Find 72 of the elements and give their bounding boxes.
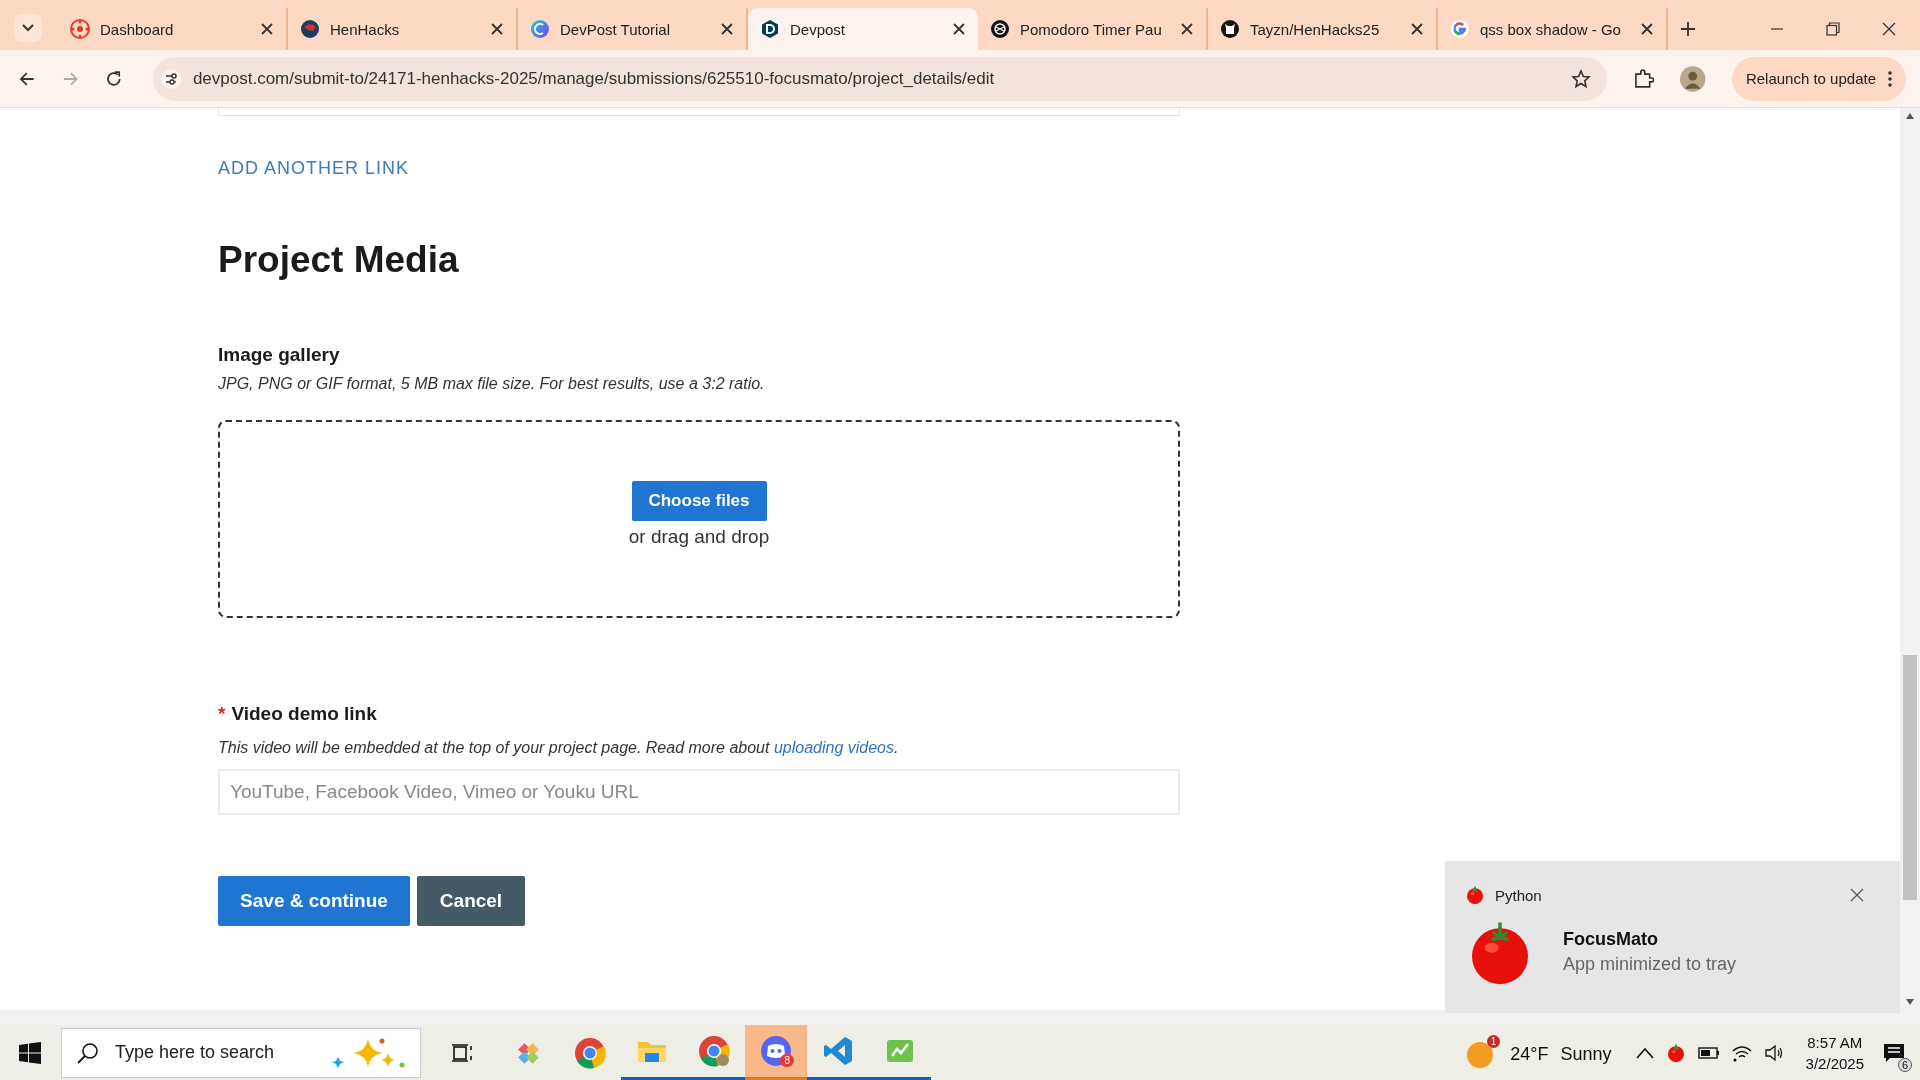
- link-field[interactable]: [218, 108, 1180, 116]
- uploading-videos-link[interactable]: uploading videos: [773, 739, 894, 756]
- field-hint: JPG, PNG or GIF format, 5 MB max file size. For best results, use a 3:2 ratio.: [218, 374, 765, 394]
- scroll-down-icon[interactable]: [1906, 999, 1914, 1005]
- chat-app-icon: [760, 1035, 792, 1067]
- browser-icon: [574, 1036, 606, 1069]
- wifi-icon[interactable]: [1731, 1043, 1752, 1062]
- avatar-icon[interactable]: [1680, 65, 1706, 92]
- tomato-icon: [1465, 885, 1485, 905]
- chevron-up-icon[interactable]: [1635, 1046, 1654, 1059]
- count-badge: 1: [1486, 1034, 1501, 1048]
- count-badge: 8: [780, 1054, 794, 1067]
- relaunch-button[interactable]: Relaunch to update: [1731, 56, 1906, 101]
- url-text: devpost.com/submit-to/24171-henhacks-2025/manage/submissions/625510-focusmato/project_details/edit: [192, 68, 996, 89]
- count-badge: 6: [1897, 1057, 1912, 1072]
- cancel-button[interactable]: Cancel: [417, 876, 525, 926]
- scroll-up-icon[interactable]: [1906, 113, 1914, 119]
- close-icon[interactable]: [952, 22, 966, 36]
- scrollbar-thumb[interactable]: [1903, 655, 1917, 900]
- field-label: Image gallery: [218, 343, 340, 367]
- chevron-down-icon: [22, 24, 34, 32]
- task-view-icon[interactable]: [451, 1041, 473, 1064]
- notification-message: App minimized to tray: [1563, 954, 1737, 975]
- letter-logo-icon: [530, 19, 550, 39]
- app-name: Python: [1495, 886, 1542, 904]
- bookmark-star-icon[interactable]: [1570, 68, 1591, 89]
- weather-widget[interactable]: 1 24°F Sunny: [1466, 1033, 1612, 1072]
- section-title: Project Media: [218, 238, 459, 282]
- tab-list-button[interactable]: [14, 14, 42, 42]
- close-icon[interactable]: [1180, 22, 1194, 36]
- windows-start-icon[interactable]: [19, 1041, 41, 1064]
- close-icon[interactable]: [1882, 22, 1896, 36]
- browser-icon: [698, 1035, 730, 1067]
- drop-hint: or drag and drop: [628, 526, 770, 548]
- close-icon[interactable]: [490, 22, 504, 36]
- horizontal-scrollbar[interactable]: [0, 1010, 1920, 1025]
- site-settings-icon[interactable]: [160, 68, 181, 89]
- more-icon: [1888, 70, 1892, 87]
- speaker-icon[interactable]: [1763, 1043, 1784, 1062]
- close-icon[interactable]: [260, 22, 274, 36]
- field-label: Video demo link: [231, 702, 377, 726]
- close-icon[interactable]: [1640, 22, 1654, 36]
- field-hint: This video will be embedded at the top of your project page. Read more about uploading videos.: [218, 738, 899, 758]
- asterisk-icon: [70, 19, 90, 39]
- add-link[interactable]: ADD ANOTHER LINK: [218, 157, 410, 179]
- hexagon-logo-icon: [760, 19, 780, 39]
- multicolor-logo-icon: [1450, 19, 1470, 39]
- knot-logo-icon: [990, 19, 1010, 39]
- puzzle-icon[interactable]: [1632, 67, 1655, 90]
- required-mark: *: [218, 702, 226, 726]
- address-bar[interactable]: devpost.com/submit-to/24171-henhacks-2025/manage/submissions/625510-focusmato/project_details/edit: [152, 56, 1607, 101]
- video-url-field[interactable]: YouTube, Facebook Video, Vimeo or Youku URL: [218, 769, 1180, 815]
- close-icon[interactable]: [1410, 22, 1424, 36]
- close-icon[interactable]: [720, 22, 734, 36]
- tomato-icon[interactable]: [1665, 1042, 1686, 1063]
- close-icon[interactable]: [1850, 888, 1864, 902]
- scrollbar[interactable]: [1900, 108, 1920, 1010]
- choose-files-button[interactable]: Choose files: [631, 481, 767, 521]
- reload-icon[interactable]: [105, 69, 123, 88]
- save-button[interactable]: Save & continue: [218, 876, 410, 926]
- code-editor-icon: [822, 1035, 854, 1067]
- clock[interactable]: 8:57 AM 3/2/2025: [1805, 1033, 1864, 1072]
- battery-icon[interactable]: [1697, 1046, 1720, 1059]
- notification-title: FocusMato: [1563, 929, 1659, 950]
- restore-icon[interactable]: [1826, 22, 1840, 36]
- notification-card[interactable]: Python FocusMato App minimized to tray: [1445, 861, 1900, 1013]
- search-icon: [77, 1041, 99, 1064]
- plus-icon[interactable]: [1680, 21, 1696, 37]
- browser-tab[interactable]: Devpost: [748, 8, 978, 50]
- taskbar-search-field[interactable]: Type here to search: [61, 1027, 421, 1078]
- taskbar-app[interactable]: 8: [745, 1025, 807, 1080]
- drop-zone[interactable]: Choose files or drag and drop: [218, 420, 1180, 618]
